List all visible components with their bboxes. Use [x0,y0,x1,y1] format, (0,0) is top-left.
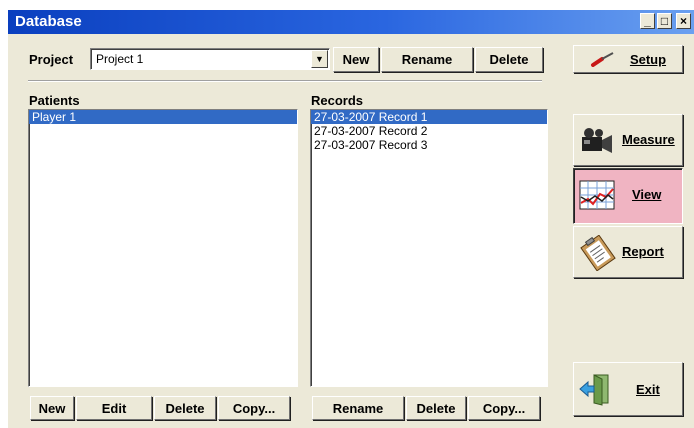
exit-label: Exit [636,382,660,397]
record-item[interactable]: 27-03-2007 Record 2 [311,124,547,138]
project-select[interactable]: Project 1 ▼ [90,48,330,70]
view-button[interactable]: View [573,168,683,224]
patient-delete-button[interactable]: Delete [154,396,216,420]
exit-button[interactable]: Exit [573,362,683,416]
database-window: Database _ □ × Project Project 1 ▼ New R… [8,10,694,428]
patient-copy-button[interactable]: Copy... [218,396,290,420]
project-select-value: Project 1 [96,52,144,66]
patients-header: Patients [29,93,80,108]
view-label: View [632,187,662,202]
line-graph-icon [579,180,615,210]
project-new-button[interactable]: New [333,47,379,72]
video-camera-icon [582,128,612,153]
measure-label: Measure [622,132,675,147]
title-bar[interactable]: Database _ □ × [8,10,694,34]
window-title: Database [15,13,82,30]
record-item[interactable]: 27-03-2007 Record 1 [311,110,547,124]
report-button[interactable]: Report [573,226,683,278]
maximize-button[interactable]: □ [657,13,672,29]
records-header: Records [311,93,364,108]
chevron-down-icon[interactable]: ▼ [311,50,328,68]
records-list[interactable]: 27-03-2007 Record 1 27-03-2007 Record 2 … [310,109,548,387]
patient-item[interactable]: Player 1 [29,110,297,124]
patient-edit-button[interactable]: Edit [76,396,152,420]
setup-label: Setup [629,51,667,67]
project-rename-button[interactable]: Rename [381,47,473,72]
minimize-button[interactable]: _ [640,13,655,29]
divider [28,80,542,82]
project-label: Project [29,52,74,67]
setup-button[interactable]: Setup [573,45,683,73]
record-copy-button[interactable]: Copy... [468,396,540,420]
patient-new-button[interactable]: New [30,396,74,420]
screwdriver-icon [590,52,614,67]
record-rename-button[interactable]: Rename [312,396,404,420]
record-item[interactable]: 27-03-2007 Record 3 [311,138,547,152]
project-delete-button[interactable]: Delete [475,47,543,72]
close-button[interactable]: × [676,13,691,29]
report-label: Report [622,244,664,259]
patients-list[interactable]: Player 1 [28,109,298,387]
record-delete-button[interactable]: Delete [406,396,466,420]
exit-door-icon [579,374,609,406]
clipboard-report-icon [580,235,616,271]
measure-button[interactable]: Measure [573,114,683,166]
